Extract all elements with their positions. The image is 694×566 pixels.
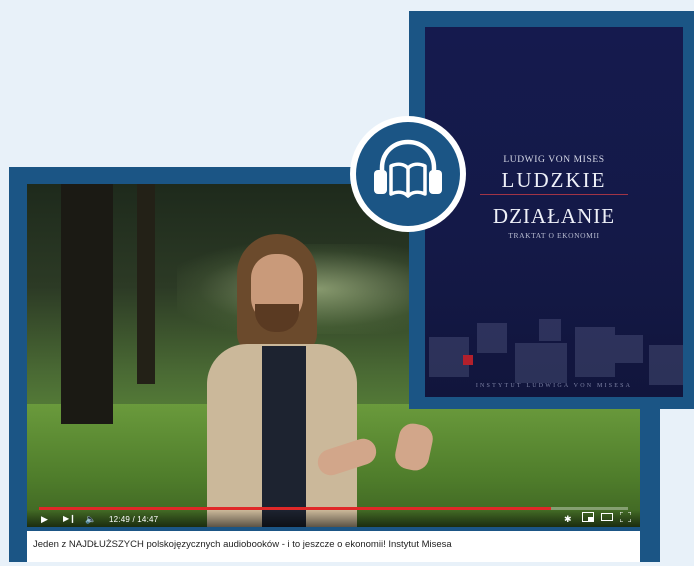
play-icon[interactable]: ▶ bbox=[41, 513, 48, 525]
book-publisher: INSTYTUT LUDWIGA VON MISESA bbox=[475, 383, 633, 389]
book-subtitle: TRAKTAT O EKONOMII bbox=[508, 231, 600, 240]
miniplayer-icon[interactable] bbox=[582, 512, 594, 525]
presenter-shirt bbox=[262, 346, 306, 527]
decorative-square bbox=[649, 345, 683, 385]
book-cover: LUDWIG VON MISES LUDZKIE DZIAŁANIE TRAKT… bbox=[425, 27, 683, 397]
audiobook-badge bbox=[350, 116, 466, 232]
progress-bar[interactable] bbox=[39, 507, 628, 510]
time-display: 12:49 / 14:47 bbox=[109, 515, 159, 524]
decorative-square bbox=[539, 319, 561, 341]
headphones-book-icon bbox=[374, 139, 442, 198]
volume-icon[interactable]: 🔈 bbox=[85, 513, 96, 525]
decorative-square bbox=[575, 327, 615, 377]
fullscreen-icon[interactable] bbox=[619, 511, 632, 525]
tree-trunk bbox=[137, 184, 155, 384]
progress-fill bbox=[39, 507, 552, 510]
next-icon[interactable]: ▶❙ bbox=[63, 513, 76, 525]
book-title-line2: DZIAŁANIE bbox=[492, 204, 616, 228]
settings-gear-icon[interactable]: ✱ bbox=[564, 513, 572, 525]
decorative-square bbox=[515, 343, 567, 383]
title-divider bbox=[480, 194, 628, 195]
theater-mode-icon[interactable] bbox=[601, 512, 613, 525]
decorative-square-red bbox=[463, 355, 473, 365]
presenter-hand bbox=[392, 420, 436, 474]
tree-trunk bbox=[61, 184, 113, 424]
video-caption: Jeden z NAJDŁUŻSZYCH polskojęzycznych au… bbox=[27, 531, 640, 562]
decorative-square bbox=[477, 323, 507, 353]
decorative-square bbox=[615, 335, 643, 363]
